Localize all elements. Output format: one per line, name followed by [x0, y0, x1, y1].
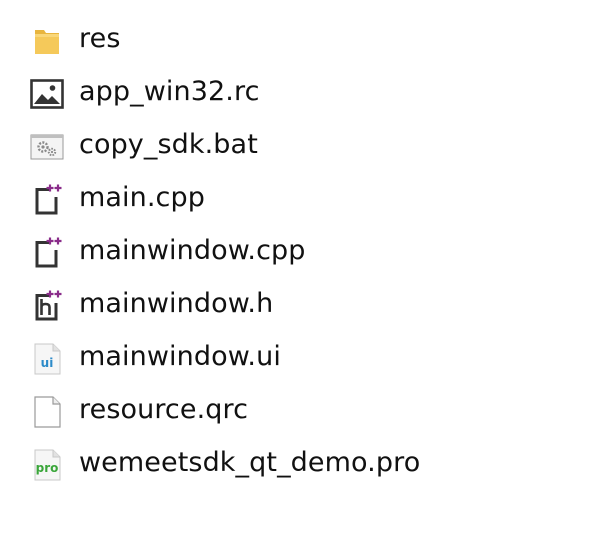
- qt-ui-file-icon: ui: [30, 342, 64, 376]
- svg-text:pro: pro: [36, 461, 59, 475]
- file-name: mainwindow.cpp: [79, 235, 306, 266]
- header-file-icon: [30, 289, 64, 323]
- file-name: app_win32.rc: [79, 76, 260, 107]
- cpp-file-icon: [30, 236, 64, 270]
- file-item-res[interactable]: res: [0, 14, 590, 67]
- file-list: res app_win32.rc copy_sdk.bat main.cpp m…: [0, 0, 590, 537]
- file-name: copy_sdk.bat: [79, 129, 258, 160]
- batch-file-icon: [30, 130, 64, 164]
- file-name: mainwindow.h: [79, 288, 274, 319]
- file-item-mainwindow-h[interactable]: mainwindow.h: [0, 279, 590, 332]
- file-item-app-win32-rc[interactable]: app_win32.rc: [0, 67, 590, 120]
- file-item-mainwindow-cpp[interactable]: mainwindow.cpp: [0, 226, 590, 279]
- qt-pro-file-icon: pro: [30, 448, 64, 482]
- image-file-icon: [30, 77, 64, 111]
- file-name: main.cpp: [79, 182, 205, 213]
- folder-icon: [30, 24, 64, 58]
- file-name: mainwindow.ui: [79, 341, 281, 372]
- file-name: res: [79, 23, 121, 54]
- file-name: wemeetsdk_qt_demo.pro: [79, 447, 421, 478]
- cpp-file-icon: [30, 183, 64, 217]
- file-name: resource.qrc: [79, 394, 249, 425]
- blank-file-icon: [30, 395, 64, 429]
- file-item-copy-sdk-bat[interactable]: copy_sdk.bat: [0, 120, 590, 173]
- file-item-wemeetsdk-qt-demo-pro[interactable]: pro wemeetsdk_qt_demo.pro: [0, 438, 590, 491]
- svg-text:ui: ui: [41, 356, 54, 370]
- file-item-mainwindow-ui[interactable]: ui mainwindow.ui: [0, 332, 590, 385]
- file-item-main-cpp[interactable]: main.cpp: [0, 173, 590, 226]
- file-item-resource-qrc[interactable]: resource.qrc: [0, 385, 590, 438]
